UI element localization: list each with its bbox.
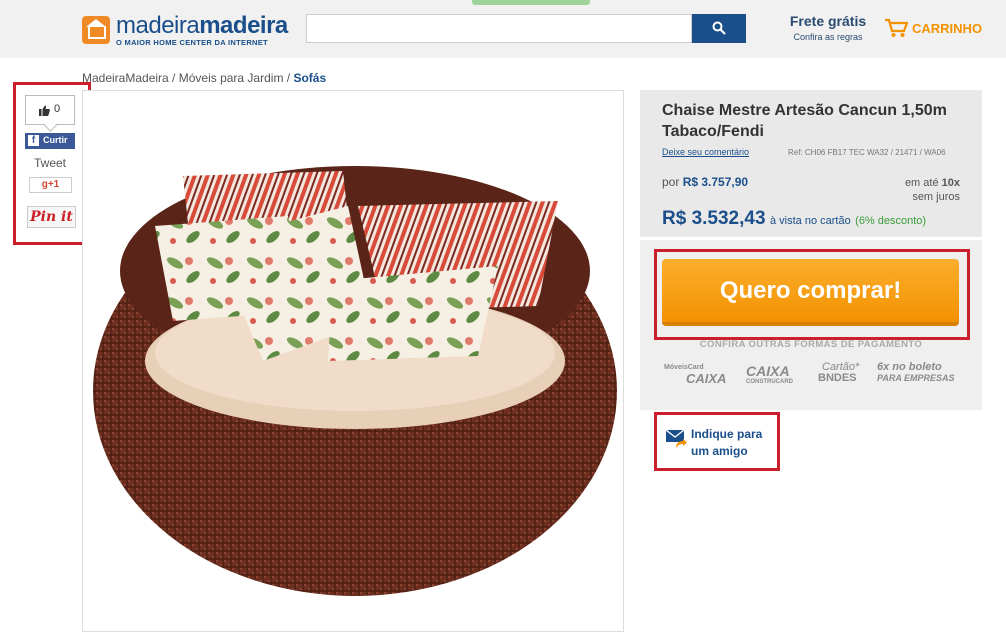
logo-word-2: madeira — [199, 12, 288, 39]
logo-wordmark: madeiramadeira — [116, 12, 288, 40]
cash-price-label: à vista no cartão — [769, 215, 851, 227]
product-image[interactable] — [82, 90, 624, 632]
search-input[interactable] — [306, 14, 692, 43]
site-header: madeiramadeira O MAIOR HOME CENTER DA IN… — [0, 0, 1006, 58]
payment-logo-big: CAIXA — [686, 371, 727, 386]
payment-logo-boleto: 6x no boleto PARA EMPRESAS — [877, 362, 955, 384]
buy-button[interactable]: Quero comprar! — [662, 259, 959, 326]
original-price: por R$ 3.757,90 — [662, 175, 748, 189]
original-price-value: R$ 3.757,90 — [682, 175, 749, 189]
thumbs-up-icon — [39, 105, 50, 116]
payment-logo-big: PARA EMPRESAS — [877, 373, 955, 383]
search-button[interactable] — [692, 14, 746, 43]
breadcrumb: MadeiraMadeira / Móveis para Jardim / So… — [82, 71, 326, 85]
original-price-prefix: por — [662, 175, 680, 189]
pinterest-button[interactable]: Pin it — [27, 206, 76, 228]
payment-logo-sub: CONSTRUCARD — [746, 379, 793, 385]
payment-logos: MóveisCard CAIXA CAIXA CONSTRUCARD Cartã… — [660, 362, 965, 390]
cart-label: CARRINHO — [912, 21, 983, 36]
cash-price: R$ 3.532,43 — [662, 208, 766, 229]
breadcrumb-item-jardim[interactable]: Móveis para Jardim — [179, 71, 284, 85]
product-title: Chaise Mestre Artesão Cancun 1,50m Tabac… — [662, 102, 947, 140]
tweet-button[interactable]: Tweet — [34, 156, 66, 170]
cash-price-line: R$ 3.532,43 à vista no cartão (6% descon… — [662, 208, 926, 230]
google-plus-button[interactable]: g+1 — [29, 177, 72, 193]
breadcrumb-separator: / — [168, 71, 179, 85]
logo-word-1: madeira — [116, 12, 200, 39]
envelope-icon — [666, 429, 687, 448]
like-count-box[interactable]: 0 — [25, 95, 75, 125]
facebook-like-label: Curtir — [43, 135, 68, 145]
breadcrumb-separator: / — [283, 71, 294, 85]
cart-icon — [885, 18, 908, 37]
like-count: 0 — [54, 103, 61, 115]
free-shipping-title: Frete grátis — [789, 13, 867, 29]
discount-label: (6% desconto) — [855, 215, 927, 227]
installments-prefix: em até — [904, 177, 939, 189]
leave-comment-link[interactable]: Deixe seu comentário — [662, 147, 749, 157]
payment-logo-construcard: CAIXA CONSTRUCARD — [746, 363, 793, 388]
payment-logo-bndes: Cartão* BNDES — [812, 362, 859, 384]
installments-suffix: sem juros — [912, 191, 960, 203]
breadcrumb-item-home[interactable]: MadeiraMadeira — [82, 71, 169, 85]
free-shipping-link[interactable]: Frete grátis Confira as regras — [784, 13, 872, 42]
installments-info: em até 10x sem juros — [884, 176, 960, 204]
payment-logo-big: BNDES — [818, 372, 857, 384]
payment-logo-moveiscard: MóveisCard CAIXA — [664, 362, 727, 386]
search-bar — [306, 14, 746, 43]
indicate-line-1: Indique para — [691, 427, 763, 441]
other-payments-link[interactable]: CONFIRA OUTRAS FORMAS DE PAGAMENTO — [640, 339, 982, 350]
payment-logo-small: 6x no boleto — [877, 361, 942, 373]
site-logo[interactable]: madeiramadeira O MAIOR HOME CENTER DA IN… — [82, 12, 288, 48]
product-reference: Ref: CH06 FB17 TEC WA32 / 21471 / WA06 — [788, 148, 946, 157]
installments-count: 10x — [941, 177, 960, 189]
logo-tagline: O MAIOR HOME CENTER DA INTERNET — [116, 38, 268, 47]
wicker-chaise-illustration — [93, 166, 617, 596]
search-icon — [712, 21, 726, 35]
top-notification-strip — [472, 0, 590, 5]
facebook-like-button[interactable]: f Curtir — [25, 133, 75, 149]
breadcrumb-current[interactable]: Sofás — [293, 71, 326, 85]
free-shipping-rules: Confira as regras — [793, 32, 863, 42]
indicate-friend-link[interactable]: Indique para um amigo — [691, 426, 777, 460]
logo-house-icon — [82, 16, 110, 44]
indicate-line-2: um amigo — [691, 444, 748, 458]
facebook-icon: f — [28, 135, 39, 146]
payment-logo-big: CAIXA — [746, 363, 790, 379]
